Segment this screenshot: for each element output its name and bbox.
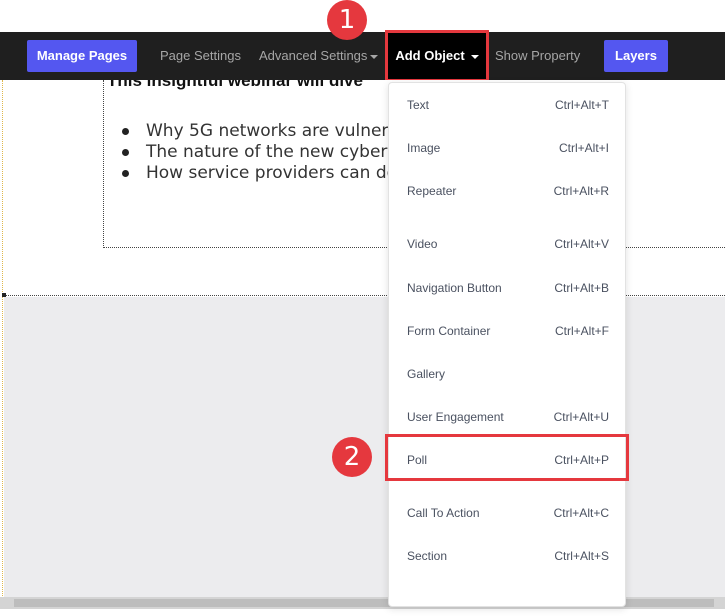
menu-item-shortcut: Ctrl+Alt+R xyxy=(553,184,609,198)
menu-item-repeater[interactable]: Repeater Ctrl+Alt+R xyxy=(389,179,625,203)
menu-item-video[interactable]: Video Ctrl+Alt+V xyxy=(389,232,625,256)
menu-item-call-to-action[interactable]: Call To Action Ctrl+Alt+C xyxy=(389,501,625,525)
step-1-badge: 1 xyxy=(327,0,367,40)
add-object-highlight: Add Object xyxy=(385,30,489,82)
menu-item-shortcut: Ctrl+Alt+C xyxy=(553,506,609,520)
add-object-button[interactable]: Add Object xyxy=(388,33,486,79)
menu-item-image[interactable]: Image Ctrl+Alt+I xyxy=(389,136,625,160)
menu-item-shortcut: Ctrl+Alt+I xyxy=(558,141,609,155)
menu-item-label: Navigation Button xyxy=(407,281,502,295)
menu-item-label: Section xyxy=(407,549,448,563)
menu-item-shortcut: Ctrl+Alt+S xyxy=(554,549,609,563)
menu-item-label: Image xyxy=(407,141,441,155)
menu-item-shortcut: Ctrl+Alt+B xyxy=(554,281,609,295)
webinar-heading: This insightful webinar will dive xyxy=(107,80,363,90)
menu-item-label: Call To Action xyxy=(407,506,480,520)
left-guide-line xyxy=(2,80,3,600)
menu-item-label: Gallery xyxy=(407,367,446,381)
menu-item-navigation-button[interactable]: Navigation Button Ctrl+Alt+B xyxy=(389,276,625,300)
advanced-settings-menu[interactable]: Advanced Settings xyxy=(259,32,379,80)
menu-item-section[interactable]: Section Ctrl+Alt+S xyxy=(389,544,625,568)
editor-toolbar: Manage Pages Page Settings Advanced Sett… xyxy=(0,32,725,80)
menu-item-gallery[interactable]: Gallery xyxy=(389,362,625,386)
menu-item-label: User Engagement xyxy=(407,410,504,424)
manage-pages-button[interactable]: Manage Pages xyxy=(27,40,137,72)
step-2-badge: 2 xyxy=(332,437,372,477)
menu-item-label: Repeater xyxy=(407,184,457,198)
menu-item-shortcut: Ctrl+Alt+F xyxy=(554,324,609,338)
bottom-strip xyxy=(0,609,725,616)
list-item: How service providers can def xyxy=(122,162,410,196)
menu-item-shortcut: Ctrl+Alt+V xyxy=(554,237,609,251)
menu-item-label: Text xyxy=(407,98,430,112)
menu-item-label: Video xyxy=(407,237,438,251)
bullet-list: Why 5G networks are vulnerab The nature … xyxy=(122,120,410,196)
menu-item-shortcut: Ctrl+Alt+T xyxy=(554,98,609,112)
menu-item-label: Form Container xyxy=(407,324,491,338)
chevron-down-icon xyxy=(470,54,479,59)
poll-highlight xyxy=(385,434,629,481)
menu-item-form-container[interactable]: Form Container Ctrl+Alt+F xyxy=(389,319,625,343)
menu-item-shortcut: Ctrl+Alt+U xyxy=(553,410,609,424)
show-property-link[interactable]: Show Property xyxy=(495,32,580,80)
layers-button[interactable]: Layers xyxy=(604,40,668,72)
add-object-label: Add Object xyxy=(395,48,465,63)
menu-item-text[interactable]: Text Ctrl+Alt+T xyxy=(389,93,625,117)
page-settings-link[interactable]: Page Settings xyxy=(160,32,241,80)
advanced-settings-label: Advanced Settings xyxy=(259,48,368,63)
menu-item-user-engagement[interactable]: User Engagement Ctrl+Alt+U xyxy=(389,405,625,429)
chevron-down-icon xyxy=(370,54,379,59)
add-object-dropdown: Text Ctrl+Alt+T Image Ctrl+Alt+I Repeate… xyxy=(388,82,626,607)
